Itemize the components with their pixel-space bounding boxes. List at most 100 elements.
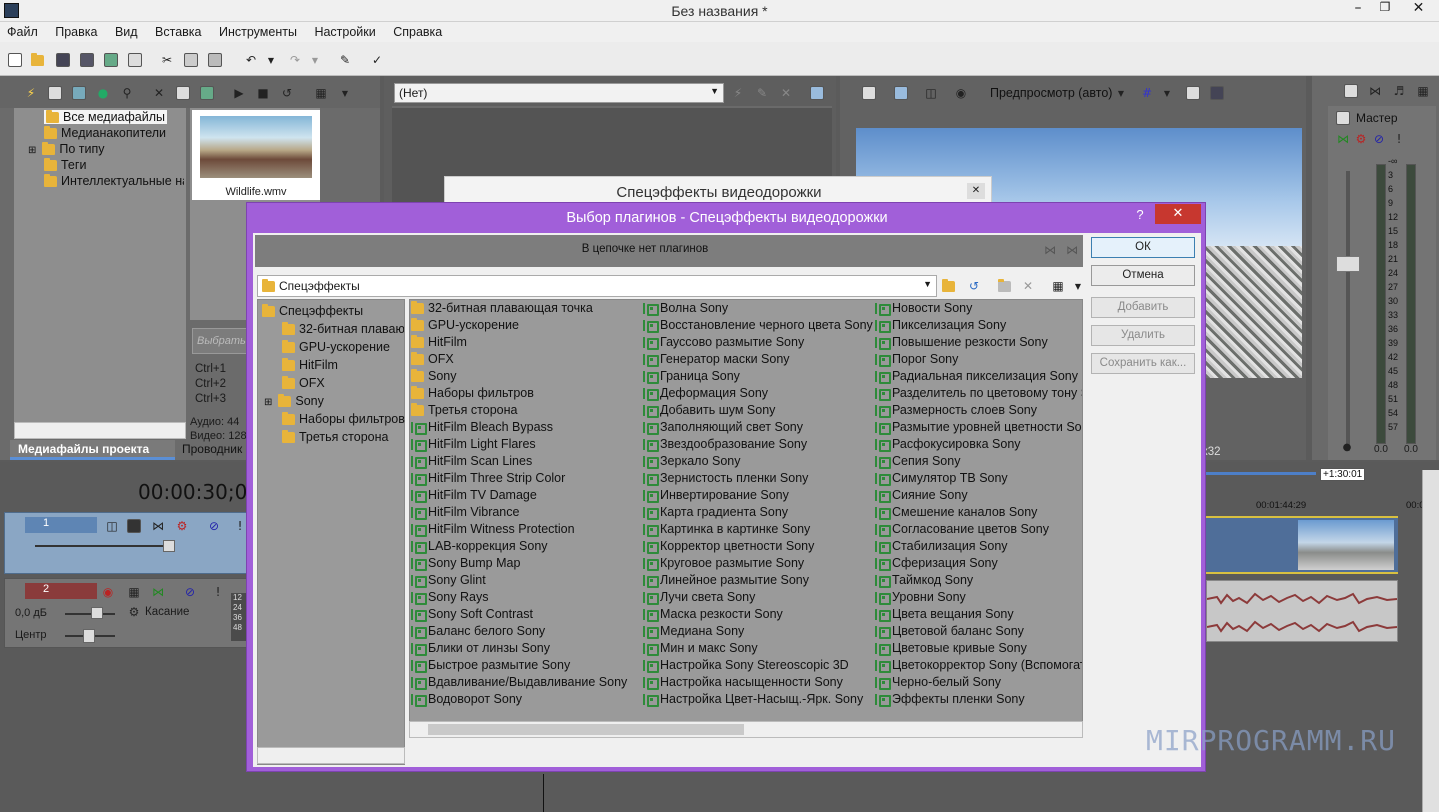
preview-quality-icon[interactable]: ◉ — [952, 84, 970, 102]
list-item[interactable]: Цветокорректор Sony (Вспомогат. — [875, 657, 1082, 674]
mixer-speaker-icon[interactable]: ♬ — [1390, 82, 1408, 100]
dialog-help-button[interactable]: ? — [1133, 207, 1147, 222]
media-properties-icon[interactable] — [174, 84, 192, 102]
audio-mode[interactable]: Касание — [145, 606, 189, 618]
bg-dialog-close-icon[interactable]: ✕ — [967, 183, 985, 199]
media-tree-scrollbar[interactable] — [14, 422, 186, 439]
list-item[interactable]: Звездообразование Sony — [643, 436, 875, 453]
list-item[interactable]: Цветовые кривые Sony — [875, 640, 1082, 657]
list-item[interactable]: HitFilm Bleach Bypass — [411, 419, 643, 436]
list-item[interactable]: Радиальная пикселизация Sony — [875, 368, 1082, 385]
overlays-dropdown-icon[interactable]: ▼ — [1158, 84, 1176, 102]
audio-volume-slider[interactable] — [65, 613, 115, 615]
list-item[interactable]: 32-битная плавающая точка — [411, 300, 643, 317]
web-icon[interactable]: ● — [94, 84, 112, 102]
trimmer-monitor-icon[interactable] — [808, 84, 826, 102]
timeline-vscroll[interactable] — [1422, 470, 1439, 812]
list-item[interactable]: Деформация Sony — [643, 385, 875, 402]
save-as-button[interactable]: Сохранить как... — [1091, 353, 1195, 374]
list-item[interactable]: HitFilm Witness Protection — [411, 521, 643, 538]
list-item[interactable]: Добавить шум Sony — [643, 402, 875, 419]
list-item[interactable]: Настройка насыщенности Sony — [643, 674, 875, 691]
video-fx-icon[interactable] — [125, 517, 143, 535]
audio-record-icon[interactable]: ◉ — [99, 583, 117, 601]
list-item[interactable]: Третья сторона — [411, 402, 643, 419]
list-item[interactable]: Уровни Sony — [875, 589, 1082, 606]
external-monitor-icon[interactable] — [892, 84, 910, 102]
list-item[interactable]: Согласование цветов Sony — [875, 521, 1082, 538]
tree-item-by-type[interactable]: ⊞ По типу — [28, 142, 105, 156]
properties-icon[interactable] — [126, 51, 144, 69]
preview-mode-dropdown-icon[interactable]: ▼ — [1112, 84, 1130, 102]
new-folder-icon[interactable] — [997, 277, 1015, 295]
list-item[interactable]: Медиана Sony — [643, 623, 875, 640]
list-item[interactable]: Новости Sony — [875, 300, 1082, 317]
video-event[interactable] — [1206, 516, 1398, 574]
up-folder-icon[interactable] — [941, 277, 959, 295]
list-item[interactable]: HitFilm TV Damage — [411, 487, 643, 504]
tree-item-sony[interactable]: ⊞ Sony — [264, 394, 324, 408]
trimmer-select[interactable]: (Нет) ▼ — [394, 83, 724, 103]
list-item[interactable]: Карта градиента Sony — [643, 504, 875, 521]
list-item[interactable]: Разделитель по цветовому тону Sony — [875, 385, 1082, 402]
preview-properties-icon[interactable] — [860, 84, 878, 102]
list-item[interactable]: Быстрое размытие Sony — [411, 657, 643, 674]
list-item[interactable]: Маска резкости Sony — [643, 606, 875, 623]
render-icon[interactable] — [102, 51, 120, 69]
list-item[interactable]: Смешение каналов Sony — [875, 504, 1082, 521]
view-mode-dropdown-icon[interactable]: ▼ — [1069, 277, 1087, 295]
list-item[interactable]: Линейное размытие Sony — [643, 572, 875, 589]
audio-mute-icon[interactable]: ⊘ — [181, 583, 199, 601]
media-thumb[interactable]: Wildlife.wmv — [192, 110, 320, 200]
list-item[interactable]: Инвертирование Sony — [643, 487, 875, 504]
audio-pan-handle[interactable] — [83, 629, 95, 643]
import-icon[interactable]: ⚡ — [22, 84, 40, 102]
close-window-button[interactable]: ✕ — [1398, 0, 1439, 20]
list-item[interactable]: Эффекты пленки Sony — [875, 691, 1082, 708]
trimmer-close-icon[interactable]: ✕ — [777, 84, 795, 102]
list-item[interactable]: HitFilm Light Flares — [411, 436, 643, 453]
list-item[interactable]: Sony Soft Contrast — [411, 606, 643, 623]
list-item[interactable]: LAB-коррекция Sony — [411, 538, 643, 555]
menu-insert[interactable]: Вставка — [155, 25, 201, 39]
copy-snapshot-icon[interactable] — [1184, 84, 1202, 102]
expand-icon[interactable]: ⊞ — [28, 145, 36, 156]
tree-root-fx[interactable]: Спецэффекты — [262, 304, 363, 318]
menu-view[interactable]: Вид — [115, 25, 138, 39]
video-track-slider-handle[interactable] — [163, 540, 175, 552]
cancel-button[interactable]: Отмена — [1091, 265, 1195, 286]
list-item[interactable]: Таймкод Sony — [875, 572, 1082, 589]
mixer-fx-icon[interactable]: ⋈ — [1334, 130, 1352, 148]
list-item[interactable]: Повышение резкости Sony — [875, 334, 1082, 351]
list-item[interactable]: Гауссово размытие Sony — [643, 334, 875, 351]
list-item[interactable]: Зеркало Sony — [643, 453, 875, 470]
tree-item-third-party[interactable]: Третья сторона — [282, 430, 388, 444]
list-item[interactable]: HitFilm Scan Lines — [411, 453, 643, 470]
trimmer-fx-icon[interactable]: ⚡ — [729, 84, 747, 102]
list-item[interactable]: Расфокусировка Sony — [875, 436, 1082, 453]
save-snapshot-icon[interactable] — [1208, 84, 1226, 102]
tree-item-ofx[interactable]: OFX — [282, 376, 325, 390]
video-motion-icon[interactable]: ⋈ — [149, 517, 167, 535]
mixer-grid-icon[interactable]: ▦ — [1414, 82, 1432, 100]
audio-event[interactable] — [1206, 580, 1398, 642]
list-item[interactable]: Баланс белого Sony — [411, 623, 643, 640]
views-icon[interactable]: ▦ — [312, 84, 330, 102]
menu-help[interactable]: Справка — [393, 25, 442, 39]
tab-project-media[interactable]: Медиафайлы проекта — [10, 440, 175, 460]
clean-icon[interactable]: ✎ — [336, 51, 354, 69]
mixer-solo-icon[interactable]: ! — [1390, 130, 1408, 148]
list-item[interactable]: Граница Sony — [643, 368, 875, 385]
list-item[interactable]: Sony Bump Map — [411, 555, 643, 572]
list-item[interactable]: Стабилизация Sony — [875, 538, 1082, 555]
list-item[interactable]: Сепия Sony — [875, 453, 1082, 470]
mixer-mute-icon[interactable]: ⊘ — [1370, 130, 1388, 148]
tree-item-bins[interactable]: Медианакопители — [44, 126, 166, 140]
tree-item-gpu[interactable]: GPU-ускорение — [282, 340, 390, 354]
media-fx-icon[interactable] — [198, 84, 216, 102]
list-item[interactable]: Цвета вещания Sony — [875, 606, 1082, 623]
ok-button[interactable]: ОК — [1091, 237, 1195, 258]
list-item[interactable]: HitFilm Three Strip Color — [411, 470, 643, 487]
list-item[interactable]: Лучи света Sony — [643, 589, 875, 606]
list-item[interactable]: Размерность слоев Sony — [875, 402, 1082, 419]
